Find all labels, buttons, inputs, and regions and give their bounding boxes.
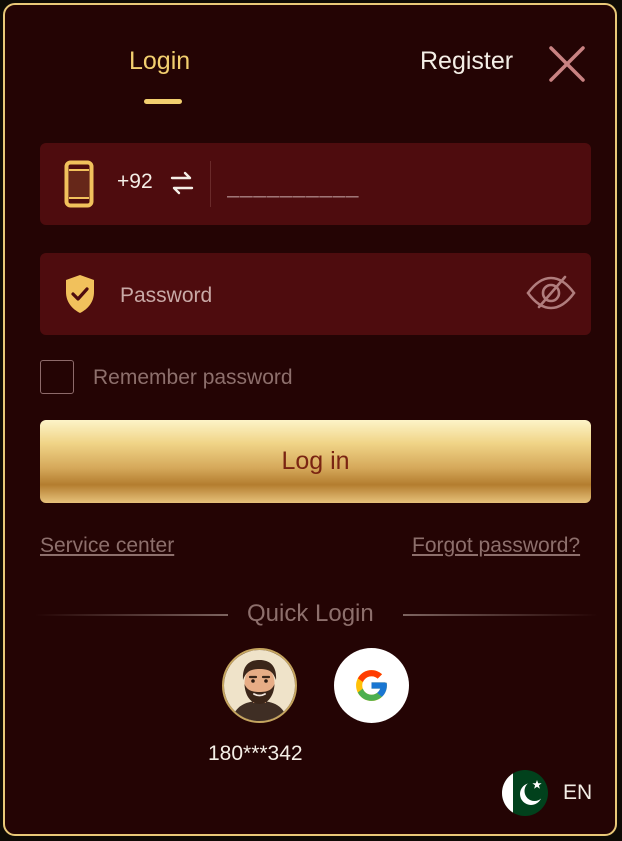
- forgot-password-link[interactable]: Forgot password?: [412, 534, 580, 558]
- google-login-button[interactable]: [334, 648, 409, 723]
- phone-icon: [64, 160, 94, 213]
- shield-check-icon: [63, 273, 97, 320]
- phone-number-input[interactable]: [225, 163, 559, 209]
- quick-login-divider-right: [403, 614, 598, 616]
- remember-password-label: Remember password: [93, 366, 293, 389]
- close-button[interactable]: [545, 42, 589, 86]
- phone-field: +92: [40, 143, 591, 225]
- login-button[interactable]: Log in: [40, 420, 591, 503]
- saved-account-label: 180***342: [208, 742, 303, 765]
- active-tab-indicator: [144, 99, 182, 104]
- close-icon: [549, 46, 585, 82]
- login-dialog: Login Register +92 __________ Remember p…: [3, 3, 617, 836]
- tab-login[interactable]: Login: [129, 47, 190, 76]
- field-divider: [210, 161, 211, 207]
- remember-password-checkbox[interactable]: [40, 360, 74, 394]
- eye-off-icon[interactable]: [526, 273, 576, 318]
- swap-icon[interactable]: [169, 169, 195, 202]
- password-input[interactable]: [118, 273, 522, 319]
- password-field: [40, 253, 591, 335]
- language-selector[interactable]: EN: [563, 781, 592, 805]
- tab-register[interactable]: Register: [420, 47, 513, 76]
- quick-login-title: Quick Login: [247, 600, 374, 627]
- pakistan-flag-icon[interactable]: [502, 770, 548, 816]
- quick-login-divider-left: [35, 614, 228, 616]
- service-center-link[interactable]: Service center: [40, 534, 174, 558]
- avatar-icon: [224, 650, 295, 721]
- saved-account-avatar[interactable]: [222, 648, 297, 723]
- google-icon: [356, 670, 387, 701]
- country-code[interactable]: +92: [117, 170, 153, 194]
